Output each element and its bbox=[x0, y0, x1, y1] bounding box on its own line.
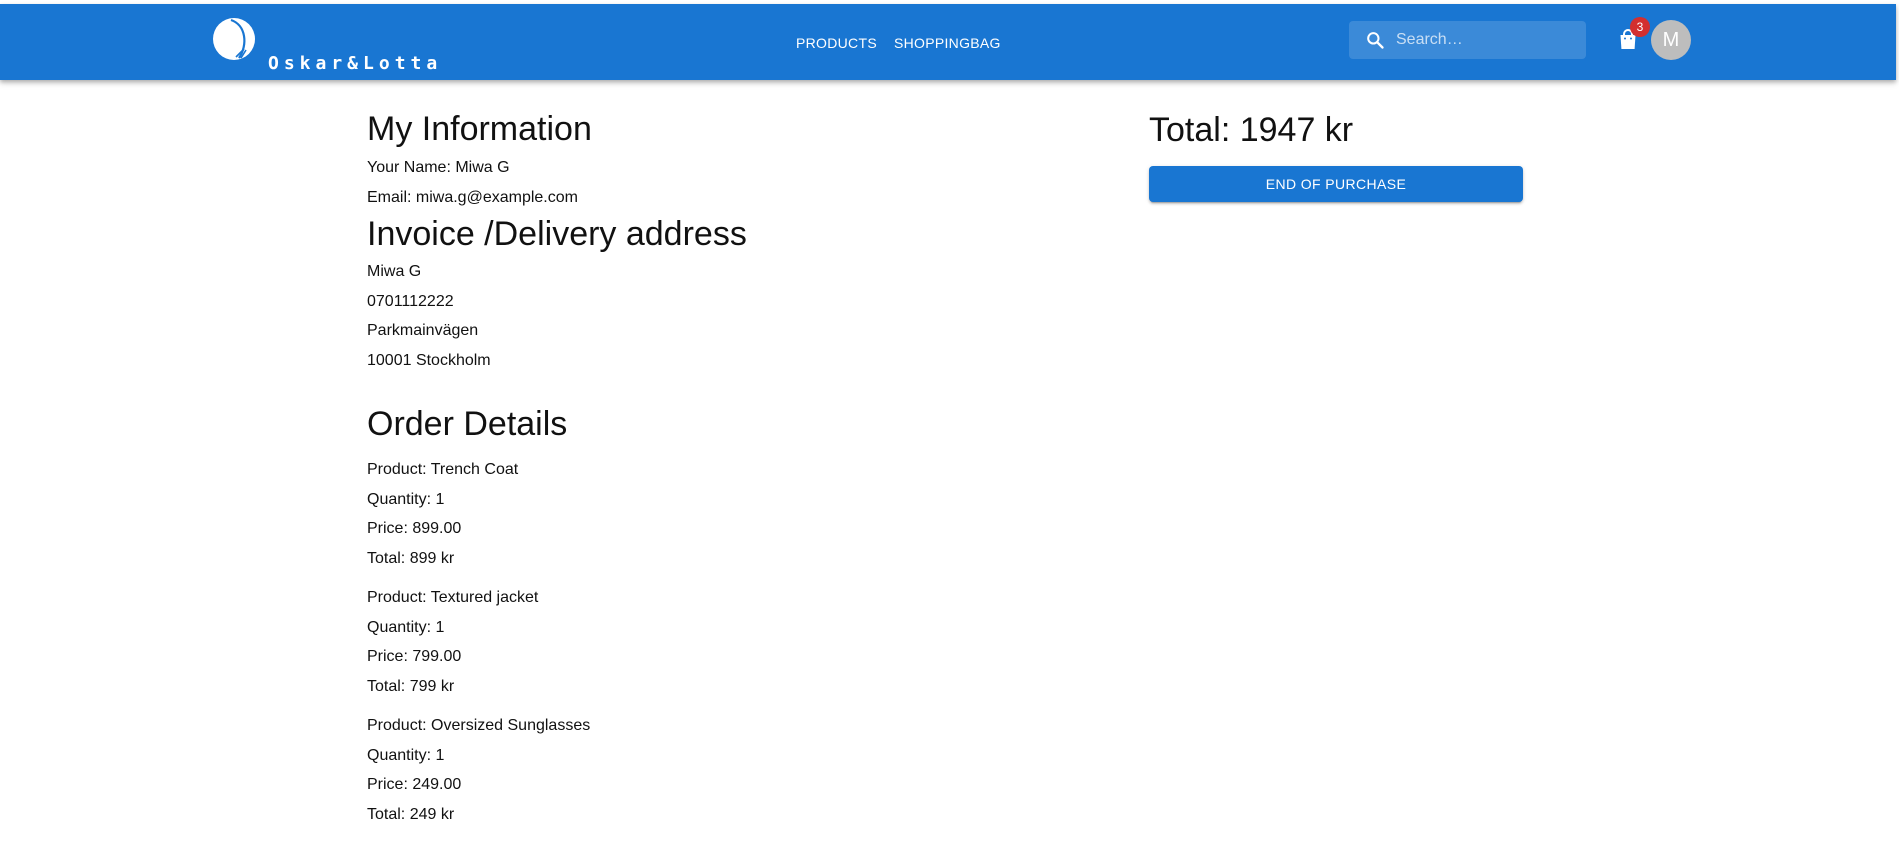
app-bar: Oskar&Lotta PRODUCTS SHOPPINGBAG 3 M bbox=[0, 4, 1896, 80]
search-box bbox=[1349, 21, 1586, 59]
user-avatar[interactable]: M bbox=[1651, 20, 1691, 60]
order-item-price: Price: 249.00 bbox=[367, 776, 462, 794]
order-item-price: Price: 899.00 bbox=[367, 520, 462, 538]
checkout-page: Oskar&Lotta PRODUCTS SHOPPINGBAG 3 M My … bbox=[0, 0, 1899, 861]
order-item-product: Product: Trench Coat bbox=[367, 461, 519, 479]
my-information-heading: My Information bbox=[367, 110, 592, 148]
address-street: Parkmainvägen bbox=[367, 322, 479, 340]
order-total-heading: Total: 1947 kr bbox=[1149, 111, 1354, 149]
order-item-quantity: Quantity: 1 bbox=[367, 490, 445, 508]
order-details-section: Order Details Product: Trench Coat Quant… bbox=[367, 405, 1167, 829]
order-summary: Total: 1947 kr END OF PURCHASE bbox=[1149, 110, 1525, 202]
address-heading: Invoice /Delivery address bbox=[367, 215, 747, 254]
order-item-total: Total: 799 kr bbox=[367, 677, 455, 695]
address-section: Invoice /Delivery address Miwa G 0701112… bbox=[367, 215, 1167, 375]
address-city: 10001 Stockholm bbox=[367, 351, 491, 369]
cart-count-badge: 3 bbox=[1630, 17, 1650, 37]
order-item-quantity: Quantity: 1 bbox=[367, 746, 445, 764]
nav-shoppingbag-link[interactable]: SHOPPINGBAG bbox=[894, 35, 1001, 51]
order-details-heading: Order Details bbox=[367, 405, 568, 444]
logo-moon-icon bbox=[213, 18, 255, 60]
order-item-quantity: Quantity: 1 bbox=[367, 618, 445, 636]
nav-products-link[interactable]: PRODUCTS bbox=[796, 35, 877, 51]
search-input[interactable] bbox=[1396, 21, 1576, 59]
main-nav: PRODUCTS SHOPPINGBAG bbox=[796, 31, 1018, 55]
order-item: Product: Trench Coat Quantity: 1 Price: … bbox=[367, 455, 1167, 573]
search-icon bbox=[1367, 32, 1384, 49]
address-phone: 0701112222 bbox=[367, 292, 454, 310]
brand-name: Oskar&Lotta bbox=[268, 53, 443, 74]
order-item-total: Total: 899 kr bbox=[367, 549, 455, 567]
brand-logo[interactable]: Oskar&Lotta bbox=[212, 17, 442, 79]
end-of-purchase-button[interactable]: END OF PURCHASE bbox=[1149, 166, 1523, 202]
order-item-price: Price: 799.00 bbox=[367, 648, 462, 666]
order-item: Product: Textured jacket Quantity: 1 Pri… bbox=[367, 583, 1167, 701]
my-information-section: My Information Your Name: Miwa G Email: … bbox=[367, 110, 1167, 212]
order-item-product: Product: Textured jacket bbox=[367, 589, 539, 607]
address-name: Miwa G bbox=[367, 263, 422, 281]
customer-name: Your Name: Miwa G bbox=[367, 159, 510, 177]
customer-email: Email: miwa.g@example.com bbox=[367, 188, 578, 206]
order-item: Product: Oversized Sunglasses Quantity: … bbox=[367, 711, 1167, 829]
order-item-total: Total: 249 kr bbox=[367, 805, 455, 823]
order-item-product: Product: Oversized Sunglasses bbox=[367, 717, 591, 735]
main-content: My Information Your Name: Miwa G Email: … bbox=[367, 80, 1167, 839]
